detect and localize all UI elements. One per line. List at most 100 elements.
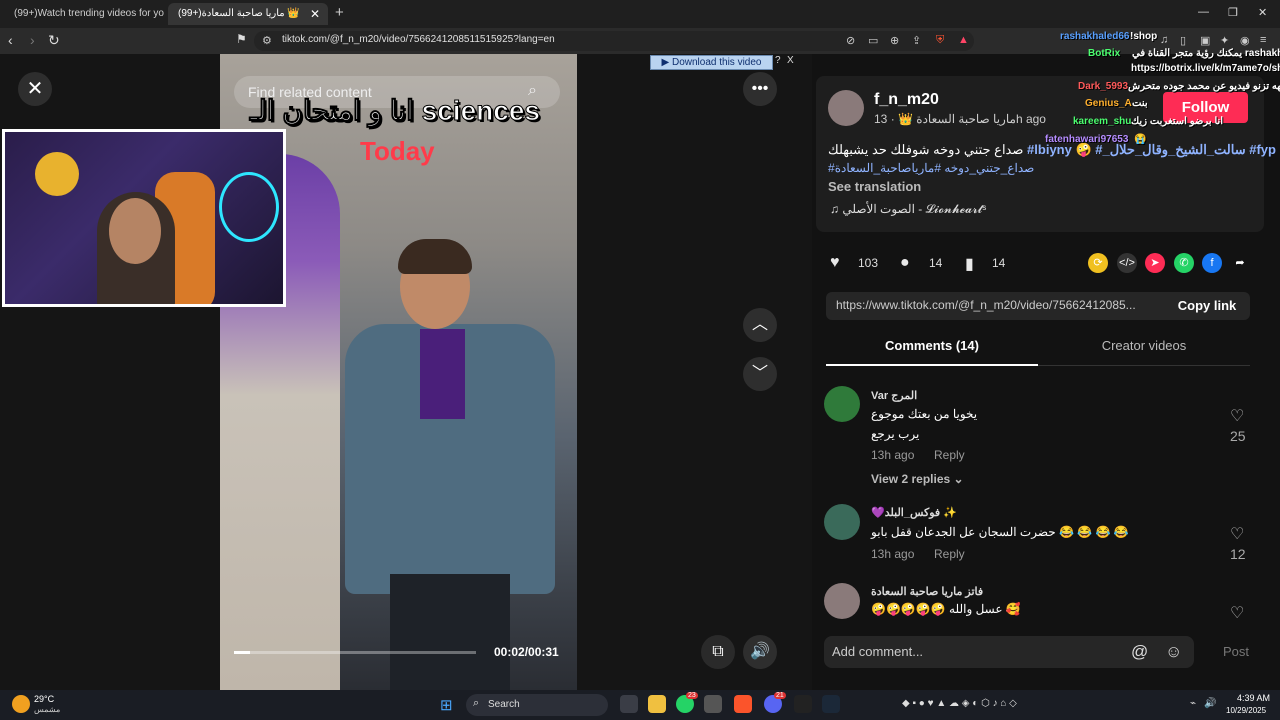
network-icon[interactable]: ⌁	[1190, 698, 1196, 709]
mention-at-icon[interactable]: @	[1131, 642, 1148, 662]
facebook-icon[interactable]: f	[1202, 253, 1222, 273]
author-username[interactable]: f_n_m20	[874, 91, 939, 109]
tab-trending[interactable]: (99+)Watch trending videos for you |	[4, 3, 164, 25]
tab-comments[interactable]: Comments (14)	[826, 338, 1038, 366]
comment-author[interactable]: 💜فوكس_البلد ✨	[871, 506, 957, 519]
comment-avatar[interactable]	[824, 386, 860, 422]
tracking-icon[interactable]: ⊘	[846, 34, 855, 47]
comment-avatar[interactable]	[824, 504, 860, 540]
comment-like-icon[interactable]: ♡	[1230, 406, 1244, 426]
bookmark-icon[interactable]: ⚑	[236, 32, 247, 46]
comment-time: 13h ago	[871, 547, 915, 561]
chat-message: بنت	[1132, 98, 1148, 109]
chat-user: fatenhawari97653	[1045, 134, 1129, 145]
brave-shield-icon[interactable]: ⛨	[936, 34, 944, 47]
close-window-icon[interactable]: ✕	[1258, 6, 1267, 19]
comment-author[interactable]: فاتز ماريا صاحبة السعادة	[871, 585, 983, 598]
sidebar-icon[interactable]: ▯	[1180, 34, 1186, 47]
comment-bubble-icon[interactable]: ●	[900, 254, 910, 272]
like-heart-icon[interactable]: ♥	[830, 254, 840, 272]
chat-user: kareem_shu	[1073, 116, 1132, 127]
download-help-icon[interactable]: ?	[775, 55, 785, 70]
music-ext-icon[interactable]: ♫	[1160, 34, 1168, 46]
comment-author[interactable]: Var المرج	[871, 389, 917, 402]
steam-icon[interactable]	[822, 695, 840, 713]
reply-button[interactable]: Reply	[934, 547, 965, 561]
embed-icon[interactable]: </>	[1117, 253, 1137, 273]
see-translation-link[interactable]: See translation	[828, 179, 921, 194]
author-avatar[interactable]	[828, 90, 864, 126]
streamer-face	[109, 198, 161, 264]
chat-message: 😭	[1134, 134, 1147, 145]
chat-message: https://botrix.live/k/m7ame7o/shop	[1131, 63, 1280, 74]
zoom-icon[interactable]: ⊕	[890, 34, 899, 47]
forward-icon[interactable]: ›	[30, 32, 35, 48]
rewards-icon[interactable]: ▲	[958, 34, 969, 46]
comment-avatar[interactable]	[824, 583, 860, 619]
app-icon[interactable]	[704, 695, 722, 713]
wallet-icon[interactable]: ▣	[1200, 34, 1210, 47]
minimize-icon[interactable]: —	[1198, 6, 1209, 18]
more-share-icon[interactable]: ➦	[1230, 253, 1250, 273]
emoji-icon[interactable]: ☺	[1165, 642, 1182, 662]
view-replies-button[interactable]: View 2 replies ⌄	[871, 472, 964, 486]
close-video-button[interactable]: ✕	[18, 72, 52, 106]
download-close-icon[interactable]: X	[787, 55, 797, 70]
tab-trending-label: (99+)Watch trending videos for you |	[14, 8, 164, 19]
previous-video-icon[interactable]: ︿	[743, 308, 777, 342]
menu-icon[interactable]: ≡	[1260, 34, 1266, 46]
windows-start-icon[interactable]: ⊞	[440, 696, 453, 714]
back-icon[interactable]: ‹	[8, 32, 13, 48]
windows-taskbar	[0, 690, 1280, 720]
tray-icons[interactable]: ◆ ▪ ● ♥ ▲ ☁ ◈ ◐ ⬡ ♪ ⌂ ◇	[902, 698, 1017, 709]
whatsapp-badge: 23	[686, 692, 698, 699]
pip-icon[interactable]: ⧉	[701, 635, 735, 669]
volume-icon[interactable]: 🔊	[743, 635, 777, 669]
author-nickname: ماريا صاحبة السعادة 👑 · 13h ago	[874, 112, 1046, 126]
save-count: 14	[992, 256, 1006, 270]
music-row[interactable]: ♫ الصوت الأصلي - 𝓛𝓲𝓸𝓷𝓱𝓮𝓪𝓻𝓽ˢ	[830, 202, 986, 217]
terminal-icon[interactable]	[794, 695, 812, 713]
send-to-friends-icon[interactable]: ➤	[1145, 253, 1165, 273]
vpn-icon[interactable]: ◉	[1240, 34, 1250, 47]
reload-icon[interactable]: ↻	[48, 32, 60, 49]
post-comment-button[interactable]: Post	[1223, 644, 1249, 659]
weather-sun-icon[interactable]	[12, 695, 30, 713]
brave-taskbar-icon[interactable]	[734, 695, 752, 713]
boy-legs	[390, 574, 510, 690]
progress-track[interactable]	[234, 651, 476, 654]
description-tags-line2[interactable]: #صداع_جتني_دوخه #مارياصاحبة_السعادة	[828, 161, 1034, 175]
download-video-button[interactable]: ▶ Download this video	[650, 55, 773, 70]
more-options-icon[interactable]: •••	[743, 72, 777, 106]
tab-creator-videos[interactable]: Creator videos	[1038, 338, 1250, 366]
repost-icon[interactable]: ⟳	[1088, 253, 1108, 273]
whatsapp-icon[interactable]: ✆	[1174, 253, 1194, 273]
maximize-icon[interactable]: ❐	[1228, 6, 1238, 19]
site-info-icon[interactable]: ⚙	[262, 34, 272, 47]
bookmark-save-icon[interactable]: ▮	[965, 254, 974, 274]
next-video-icon[interactable]: ﹀	[743, 357, 777, 391]
url-text[interactable]: tiktok.com/@f_n_m20/video/75662412085115…	[282, 34, 555, 45]
share-link-text[interactable]: https://www.tiktok.com/@f_n_m20/video/75…	[836, 298, 1162, 312]
streamer-webcam	[2, 129, 286, 307]
comment-like-icon[interactable]: ♡	[1230, 603, 1244, 623]
reply-button[interactable]: Reply	[934, 448, 965, 462]
task-view-icon[interactable]	[620, 695, 638, 713]
share-icon[interactable]: ⇪	[912, 34, 921, 47]
comment-text: حضرت السجان عل الجدعان قفل بابو 😂 😂 😂 😂	[871, 525, 1129, 539]
video-caption-today: Today	[360, 136, 435, 166]
volume-tray-icon[interactable]: 🔊	[1204, 698, 1216, 709]
music-title: الصوت الأصلي - 𝓛𝓲𝓸𝓷𝓱𝓮𝓪𝓻𝓽ˢ	[842, 202, 987, 216]
tab-current-video[interactable]: (99+)ماريا صاحبة السعادة 👑 ✕	[168, 3, 328, 25]
cast-icon[interactable]: ▭	[868, 34, 878, 47]
file-explorer-icon[interactable]	[648, 695, 666, 713]
music-note-icon: ♫	[830, 202, 839, 216]
comment-like-icon[interactable]: ♡	[1230, 524, 1244, 544]
close-tab-icon[interactable]: ✕	[310, 3, 320, 25]
new-tab-button[interactable]: +	[335, 4, 344, 21]
streamer-logo	[35, 152, 79, 196]
leo-icon[interactable]: ✦	[1220, 34, 1229, 47]
boy-shirt	[420, 329, 465, 419]
progress-fill	[234, 651, 250, 654]
copy-link-button[interactable]: Copy link	[1164, 292, 1250, 320]
